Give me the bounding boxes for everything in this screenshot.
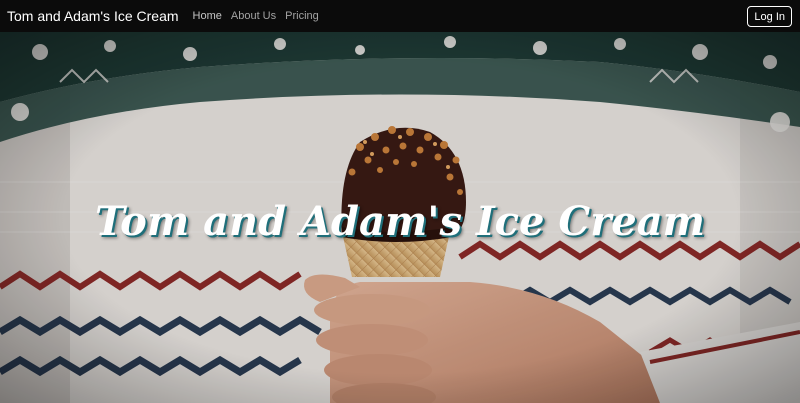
brand-link[interactable]: Tom and Adam's Ice Cream	[7, 8, 179, 24]
login-button[interactable]: Log In	[747, 5, 792, 27]
nav-link-about-us[interactable]: About Us	[231, 10, 276, 22]
nav-link-home[interactable]: Home	[193, 10, 222, 22]
hero-title: Tom and Adam's Ice Cream	[95, 197, 705, 245]
nav-link-pricing[interactable]: Pricing	[285, 10, 319, 22]
nav-links: Home About Us Pricing	[193, 10, 319, 22]
page: Tom and Adam's Ice Cream Home About Us P…	[0, 0, 800, 403]
hero-section: Tom and Adam's Ice Cream	[0, 32, 800, 403]
top-navbar: Tom and Adam's Ice Cream Home About Us P…	[0, 0, 800, 32]
